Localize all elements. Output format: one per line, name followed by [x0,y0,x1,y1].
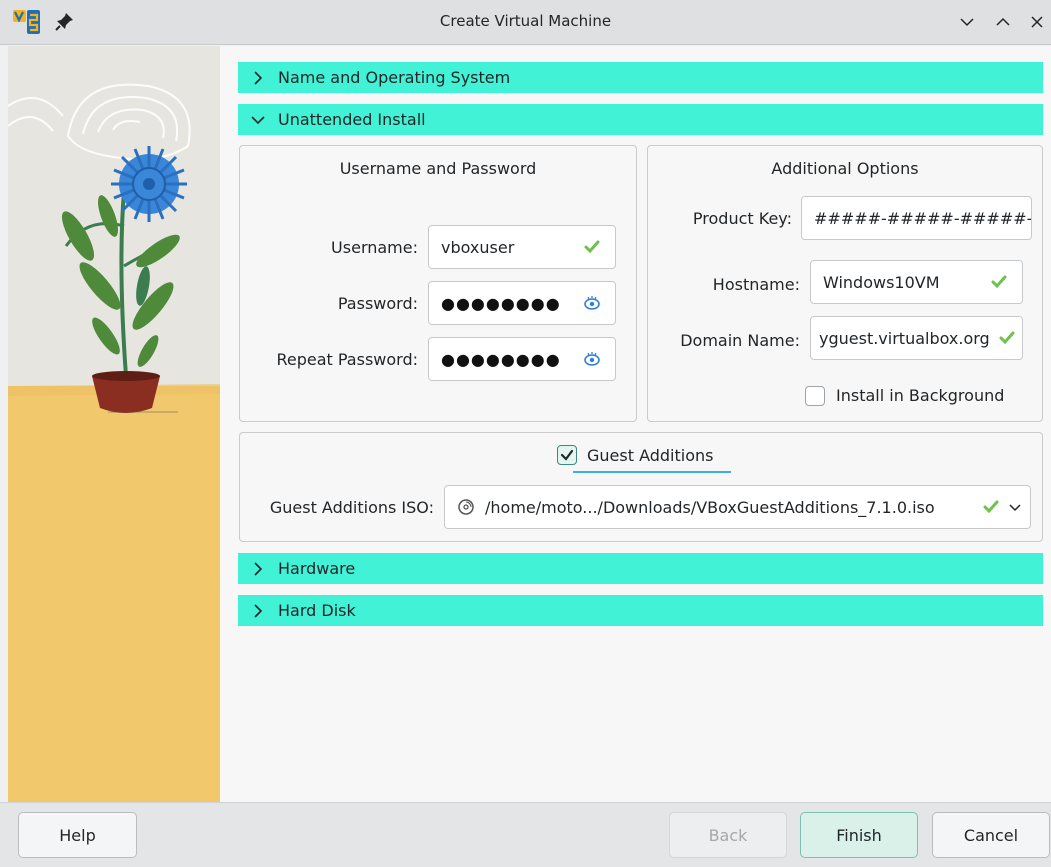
checkmark-icon [560,449,574,461]
close-button[interactable] [1025,10,1049,34]
hostname-value: Windows10VM [823,272,940,292]
title-bar: Create Virtual Machine [0,0,1051,45]
finish-button[interactable]: Finish [800,812,918,858]
close-icon [1031,16,1043,28]
chevron-down-icon [1009,504,1021,512]
maximize-button[interactable] [991,10,1015,34]
section-label: Unattended Install [278,110,426,129]
hostname-label: Hostname: [712,275,800,294]
guest-additions-checkbox[interactable] [557,445,577,465]
product-key-label: Product Key: [692,209,792,228]
guest-additions-label: Guest Additions [587,446,714,465]
hostname-field[interactable]: Windows10VM [810,260,1023,304]
eye-icon[interactable] [583,350,601,368]
chevron-right-icon [254,603,263,618]
password-value: ●●●●●●●● [441,293,561,313]
checkmark-icon [999,331,1015,345]
username-field[interactable]: vboxuser [428,225,616,269]
section-unattended-install[interactable]: Unattended Install [238,104,1043,135]
group-title: Additional Options [771,159,919,178]
section-hard-disk[interactable]: Hard Disk [238,595,1043,626]
checkmark-icon [584,240,600,254]
section-name-and-os[interactable]: Name and Operating System [238,62,1043,93]
repeat-password-field[interactable]: ●●●●●●●● [428,337,616,381]
plant-illustration [8,46,220,802]
dropdown-arrow[interactable] [1000,486,1030,528]
group-title: Username and Password [339,159,537,178]
repeat-password-label: Repeat Password: [276,350,418,369]
chevron-down-icon [960,18,974,27]
window-title: Create Virtual Machine [439,12,612,30]
install-in-background-checkbox[interactable] [805,386,825,406]
chevron-right-icon [254,70,263,85]
guest-additions-iso-combo[interactable]: /home/moto.../Downloads/VBoxGuestAdditio… [444,485,1031,529]
checkmark-icon [991,275,1007,289]
password-field[interactable]: ●●●●●●●● [428,281,616,325]
domain-name-value: yguest.virtualbox.org [819,328,990,348]
disc-icon [458,499,474,515]
domain-name-label: Domain Name: [680,331,800,350]
chevron-down-icon [251,115,265,124]
help-button[interactable]: Help [18,812,137,858]
repeat-password-value: ●●●●●●●● [441,349,561,369]
install-in-background-label: Install in Background [836,386,1005,405]
product-key-field[interactable]: #####-#####-#####-# [801,196,1032,240]
guest-additions-iso-label: Guest Additions ISO: [269,498,434,517]
chevron-right-icon [254,561,263,576]
eye-icon[interactable] [583,294,601,312]
section-hardware[interactable]: Hardware [238,553,1043,584]
back-button[interactable]: Back [669,812,787,858]
chevron-up-icon [996,17,1010,26]
product-key-value: #####-#####-#####-# [814,208,1031,228]
section-label: Name and Operating System [278,68,511,87]
section-label: Hardware [278,559,356,578]
domain-name-field[interactable]: yguest.virtualbox.org [810,316,1023,360]
guest-additions-iso-value: /home/moto.../Downloads/VBoxGuestAdditio… [485,497,935,517]
checkmark-icon [983,500,999,514]
password-label: Password: [337,294,418,313]
minimize-button[interactable] [955,10,979,34]
username-value: vboxuser [441,237,515,257]
cancel-button[interactable]: Cancel [932,812,1050,858]
wizard-illustration [8,46,220,802]
username-label: Username: [331,238,418,257]
focus-underline [573,471,731,473]
section-label: Hard Disk [278,601,356,620]
